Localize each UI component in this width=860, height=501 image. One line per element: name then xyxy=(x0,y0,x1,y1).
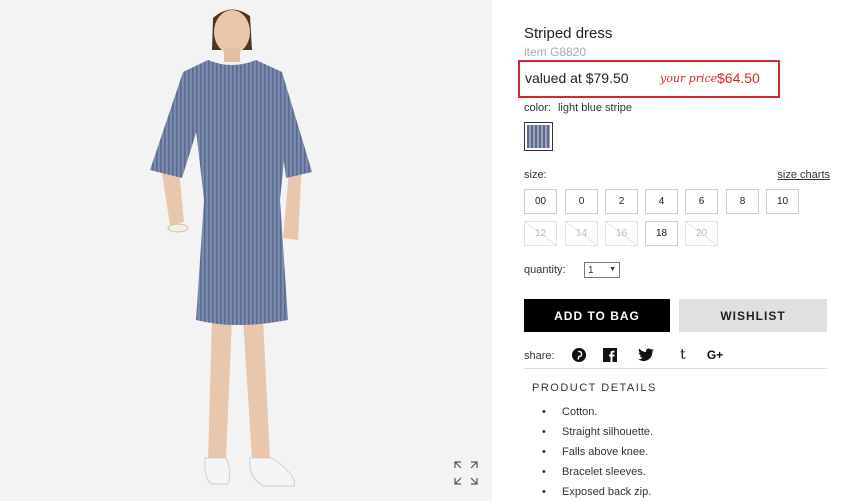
facebook-icon[interactable] xyxy=(602,347,618,363)
size-label: size: xyxy=(524,169,547,181)
size-option-10[interactable]: 10 xyxy=(766,189,799,214)
divider xyxy=(524,368,827,369)
product-title: Striped dress xyxy=(524,25,613,42)
product-photo xyxy=(150,9,312,487)
product-details-heading: PRODUCT DETAILS xyxy=(532,382,657,394)
item-number: item G8820 xyxy=(524,45,587,59)
product-image-panel xyxy=(0,0,492,501)
color-row: color: light blue stripe xyxy=(524,102,632,114)
size-option-00[interactable]: 00 xyxy=(524,189,557,214)
size-option-6[interactable]: 6 xyxy=(685,189,718,214)
size-option-0[interactable]: 0 xyxy=(565,189,598,214)
quantity-label: quantity: xyxy=(524,264,566,276)
size-option-8[interactable]: 8 xyxy=(726,189,759,214)
size-option-12-unavailable: 12 xyxy=(524,221,557,246)
size-option-14-unavailable: 14 xyxy=(565,221,598,246)
product-details-list: Cotton. Straight silhouette. Falls above… xyxy=(540,404,653,501)
quantity-select[interactable]: 1 ▼ xyxy=(584,262,620,278)
color-value: light blue stripe xyxy=(557,102,632,114)
size-option-20-unavailable: 20 xyxy=(685,221,718,246)
pinterest-icon[interactable] xyxy=(571,347,587,363)
google-plus-icon[interactable]: G+ xyxy=(704,347,726,363)
color-label: color: xyxy=(524,102,551,114)
add-to-bag-button[interactable]: ADD TO BAG xyxy=(524,299,670,332)
size-charts-link[interactable]: size charts xyxy=(777,169,830,181)
valued-price: valued at $79.50 xyxy=(525,70,629,86)
sale-price: $64.50 xyxy=(717,70,760,86)
size-option-2[interactable]: 2 xyxy=(605,189,638,214)
quantity-value: 1 xyxy=(588,264,594,276)
product-detail-item: Falls above knee. xyxy=(540,444,653,464)
swatch-pattern xyxy=(527,125,550,148)
size-option-18[interactable]: 18 xyxy=(645,221,678,246)
twitter-icon[interactable] xyxy=(638,347,654,363)
expand-icon[interactable] xyxy=(452,459,480,487)
product-detail-item: Cotton. xyxy=(540,404,653,424)
product-detail-item: Exposed back zip. xyxy=(540,484,653,501)
product-details-panel: Striped dress item G8820 valued at $79.5… xyxy=(518,0,830,501)
product-detail-item: Bracelet sleeves. xyxy=(540,464,653,484)
price-box: valued at $79.50 your price $64.50 xyxy=(518,60,780,98)
share-label: share: xyxy=(524,350,555,362)
your-price-label: your price xyxy=(660,72,718,85)
size-option-4[interactable]: 4 xyxy=(645,189,678,214)
tumblr-icon[interactable]: t xyxy=(675,347,691,363)
wishlist-button[interactable]: WISHLIST xyxy=(679,299,827,332)
dropdown-caret-icon: ▼ xyxy=(609,266,616,273)
product-detail-item: Straight silhouette. xyxy=(540,424,653,444)
color-swatch-light-blue-stripe[interactable] xyxy=(524,122,553,151)
size-option-16-unavailable: 16 xyxy=(605,221,638,246)
